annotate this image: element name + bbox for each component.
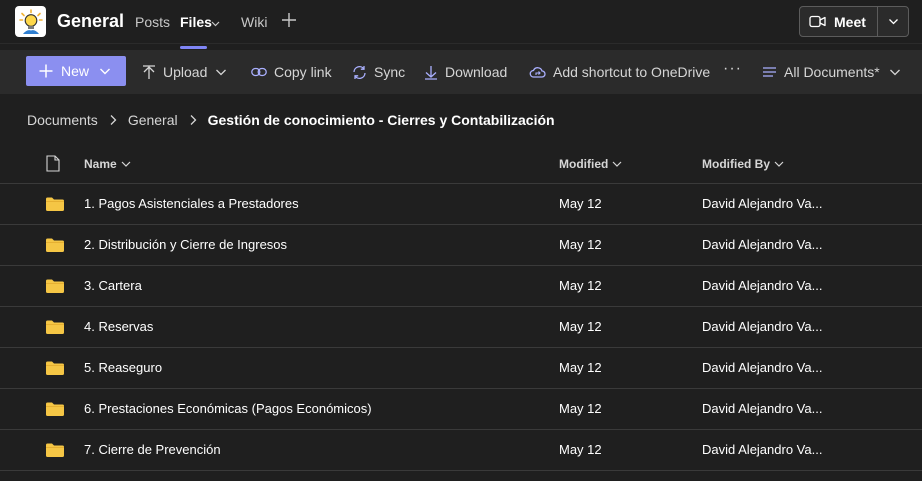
sync-button[interactable]: Sync — [352, 63, 405, 81]
link-icon — [251, 67, 267, 77]
modified-by: David Alejandro Va... — [702, 319, 823, 334]
modified-date: May 12 — [559, 360, 602, 375]
command-bar: New Upload Copy link Sync Download Add s… — [0, 50, 922, 94]
table-row[interactable]: 4. Reservas May 12 David Alejandro Va... — [0, 307, 922, 348]
modified-by: David Alejandro Va... — [702, 360, 823, 375]
chevron-down-icon — [121, 161, 131, 167]
document-icon[interactable] — [46, 155, 60, 172]
tab-files[interactable]: Files — [180, 14, 212, 30]
chevron-down-icon — [216, 69, 227, 76]
team-header: General Posts Files Wiki Meet — [0, 0, 922, 49]
table-header: Name Modified Modified By — [0, 144, 922, 184]
file-name[interactable]: 4. Reservas — [84, 319, 153, 334]
copy-link-label: Copy link — [274, 64, 332, 80]
modified-by: David Alejandro Va... — [702, 442, 823, 457]
modified-date: May 12 — [559, 196, 602, 211]
meet-dropdown-button[interactable] — [878, 7, 909, 36]
more-options-button[interactable]: ··· — [723, 60, 742, 78]
list-icon — [763, 67, 776, 77]
folder-icon — [46, 238, 64, 257]
cloud-shortcut-icon — [529, 67, 546, 78]
breadcrumb: Documents General Gestión de conocimient… — [27, 111, 555, 129]
modified-date: May 12 — [559, 442, 602, 457]
column-header-modified-by-label: Modified By — [702, 157, 770, 171]
table-row[interactable]: 2. Distribución y Cierre de Ingresos May… — [0, 225, 922, 266]
tab-wiki[interactable]: Wiki — [241, 14, 267, 30]
table-row[interactable]: 6. Prestaciones Económicas (Pagos Económ… — [0, 389, 922, 430]
folder-icon — [46, 320, 64, 339]
meet-button[interactable]: Meet — [800, 7, 877, 36]
chevron-down-icon — [774, 161, 784, 167]
file-name[interactable]: 2. Distribución y Cierre de Ingresos — [84, 237, 287, 252]
file-list: Name Modified Modified By 1. Pagos Asist… — [0, 144, 922, 471]
modified-by: David Alejandro Va... — [702, 237, 823, 252]
add-shortcut-button[interactable]: Add shortcut to OneDrive — [529, 63, 710, 81]
team-logo[interactable] — [15, 6, 46, 37]
file-name[interactable]: 6. Prestaciones Económicas (Pagos Económ… — [84, 401, 372, 416]
folder-icon — [46, 402, 64, 421]
view-selector[interactable]: All Documents* — [762, 63, 901, 81]
arrow-down-icon — [425, 65, 437, 80]
chevron-down-icon — [100, 68, 111, 75]
file-name[interactable]: 3. Cartera — [84, 278, 142, 293]
modified-by: David Alejandro Va... — [702, 401, 823, 416]
table-row[interactable]: 3. Cartera May 12 David Alejandro Va... — [0, 266, 922, 307]
table-row[interactable]: 1. Pagos Asistenciales a Prestadores May… — [0, 184, 922, 225]
tab-posts[interactable]: Posts — [135, 14, 170, 30]
modified-date: May 12 — [559, 278, 602, 293]
table-row[interactable]: 5. Reaseguro May 12 David Alejandro Va..… — [0, 348, 922, 389]
column-header-modified-label: Modified — [559, 157, 609, 171]
upload-button[interactable]: Upload — [142, 63, 227, 81]
meet-label: Meet — [834, 13, 866, 30]
video-camera-icon — [809, 15, 826, 28]
modified-by: David Alejandro Va... — [702, 196, 823, 211]
folder-icon — [46, 443, 64, 462]
breadcrumb-documents[interactable]: Documents — [27, 112, 98, 128]
add-tab-icon[interactable] — [281, 12, 297, 33]
chevron-down-icon — [889, 19, 898, 25]
sync-label: Sync — [374, 64, 406, 80]
modified-by: David Alejandro Va... — [702, 278, 823, 293]
chevron-down-icon[interactable] — [211, 15, 220, 33]
file-name[interactable]: 5. Reaseguro — [84, 360, 162, 375]
meet-button-group: Meet — [799, 6, 909, 37]
new-button[interactable]: New — [26, 56, 126, 86]
file-name[interactable]: 7. Cierre de Prevención — [84, 442, 221, 457]
modified-date: May 12 — [559, 237, 602, 252]
chevron-right-icon — [109, 114, 117, 126]
team-name: General — [57, 11, 125, 31]
view-label: All Documents* — [784, 64, 880, 80]
chevron-down-icon — [612, 161, 622, 167]
modified-date: May 12 — [559, 319, 602, 334]
file-name[interactable]: 1. Pagos Asistenciales a Prestadores — [84, 196, 299, 211]
breadcrumb-general[interactable]: General — [128, 112, 178, 128]
folder-icon — [46, 197, 64, 216]
download-button[interactable]: Download — [424, 63, 507, 81]
active-tab-indicator — [180, 46, 207, 49]
column-header-modified[interactable]: Modified — [559, 157, 622, 171]
table-row[interactable]: 7. Cierre de Prevención May 12 David Ale… — [0, 430, 922, 471]
folder-icon — [46, 279, 64, 298]
chevron-down-icon — [889, 69, 900, 76]
column-header-name-label: Name — [84, 157, 117, 171]
lightbulb-icon — [18, 8, 43, 34]
folder-icon — [46, 361, 64, 380]
download-label: Download — [445, 64, 508, 80]
chevron-right-icon — [189, 114, 197, 126]
modified-date: May 12 — [559, 401, 602, 416]
sync-icon — [353, 65, 366, 79]
column-header-name[interactable]: Name — [84, 157, 131, 171]
plus-icon — [39, 64, 53, 78]
copy-link-button[interactable]: Copy link — [251, 63, 332, 81]
breadcrumb-current-folder: Gestión de conocimiento - Cierres y Cont… — [207, 112, 555, 128]
arrow-up-icon — [143, 64, 155, 79]
upload-label: Upload — [163, 64, 208, 80]
new-label: New — [61, 63, 90, 79]
column-header-modified-by[interactable]: Modified By — [702, 157, 784, 171]
add-shortcut-label: Add shortcut to OneDrive — [553, 64, 711, 80]
